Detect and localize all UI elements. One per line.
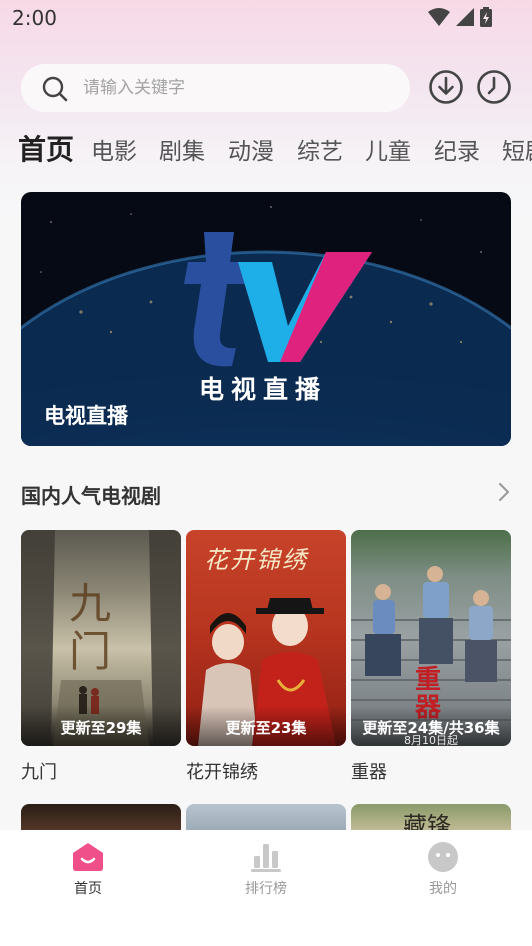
ranking-icon xyxy=(251,844,281,872)
section-title: 国内人气电视剧 xyxy=(21,484,161,508)
search-input[interactable] xyxy=(83,72,383,104)
wifi-icon xyxy=(428,8,450,26)
nav-label: 我的 xyxy=(429,881,457,897)
poster-image[interactable]: 九门 更新至29集 xyxy=(21,530,181,746)
history-clock-icon[interactable] xyxy=(476,69,512,105)
drama-card-2[interactable]: 花开锦绣 更新至23集 花开锦绣 xyxy=(186,530,346,784)
status-time: 2:00 xyxy=(12,6,57,30)
tab-series[interactable]: 剧集 xyxy=(159,132,205,166)
tab-movies[interactable]: 电影 xyxy=(91,132,137,166)
nav-home[interactable]: 首页 xyxy=(38,842,138,898)
tab-home[interactable]: 首页 xyxy=(18,128,74,168)
nav-ranking[interactable]: 排行榜 xyxy=(216,842,316,898)
signal-icon xyxy=(456,8,474,26)
home-icon xyxy=(73,843,103,871)
banner-logo-text: 电视直播 xyxy=(199,375,328,404)
episode-badge: 更新至23集 xyxy=(225,719,307,737)
card-title[interactable]: 重器 xyxy=(351,758,511,784)
tab-documentary[interactable]: 纪录 xyxy=(434,132,480,166)
section-header[interactable]: 国内人气电视剧 xyxy=(21,474,511,510)
poster-image[interactable]: 花开锦绣 更新至23集 xyxy=(186,530,346,746)
poster-overlay: 更新至23集 xyxy=(186,706,346,746)
search-box[interactable] xyxy=(21,64,410,112)
bottom-nav: 首页 排行榜 我的 xyxy=(0,830,532,946)
nav-label: 首页 xyxy=(74,881,102,897)
profile-icon xyxy=(428,842,458,872)
search-icon xyxy=(42,76,68,102)
tv-logo xyxy=(184,232,372,367)
search-row xyxy=(0,62,532,114)
banner-title: 电视直播 xyxy=(44,404,128,428)
poster-overlay: 更新至29集 xyxy=(21,706,181,746)
status-icons xyxy=(428,7,492,27)
drama-card-3[interactable]: 重器 更新至24集/共36集 8月10日起 重器 xyxy=(351,530,511,784)
category-tabs: 首页 电影 剧集 动漫 综艺 儿童 纪录 短剧 xyxy=(0,128,532,174)
poster-date-text: 8月10日起 xyxy=(404,734,458,746)
poster-calligraphy: 花开锦绣 xyxy=(204,546,308,574)
nav-profile[interactable]: 我的 xyxy=(393,842,493,898)
episode-badge: 更新至29集 xyxy=(60,719,142,737)
card-title[interactable]: 九门 xyxy=(21,758,181,784)
nav-label: 排行榜 xyxy=(245,881,287,897)
tab-anime[interactable]: 动漫 xyxy=(228,132,274,166)
download-icon[interactable] xyxy=(428,69,464,105)
poster-calligraphy: 九门 xyxy=(69,579,112,676)
drama-card-1[interactable]: 九门 更新至29集 九门 xyxy=(21,530,181,784)
tab-short-drama[interactable]: 短剧 xyxy=(502,132,532,166)
battery-icon xyxy=(480,7,492,27)
live-tv-banner[interactable]: 电视直播 电视直播 xyxy=(21,192,511,446)
tab-variety[interactable]: 综艺 xyxy=(297,132,343,166)
chevron-right-icon[interactable] xyxy=(497,480,511,504)
status-bar: 2:00 xyxy=(0,0,532,36)
poster-image[interactable]: 重器 更新至24集/共36集 8月10日起 xyxy=(351,530,511,746)
tab-kids[interactable]: 儿童 xyxy=(365,132,411,166)
card-title[interactable]: 花开锦绣 xyxy=(186,758,346,784)
